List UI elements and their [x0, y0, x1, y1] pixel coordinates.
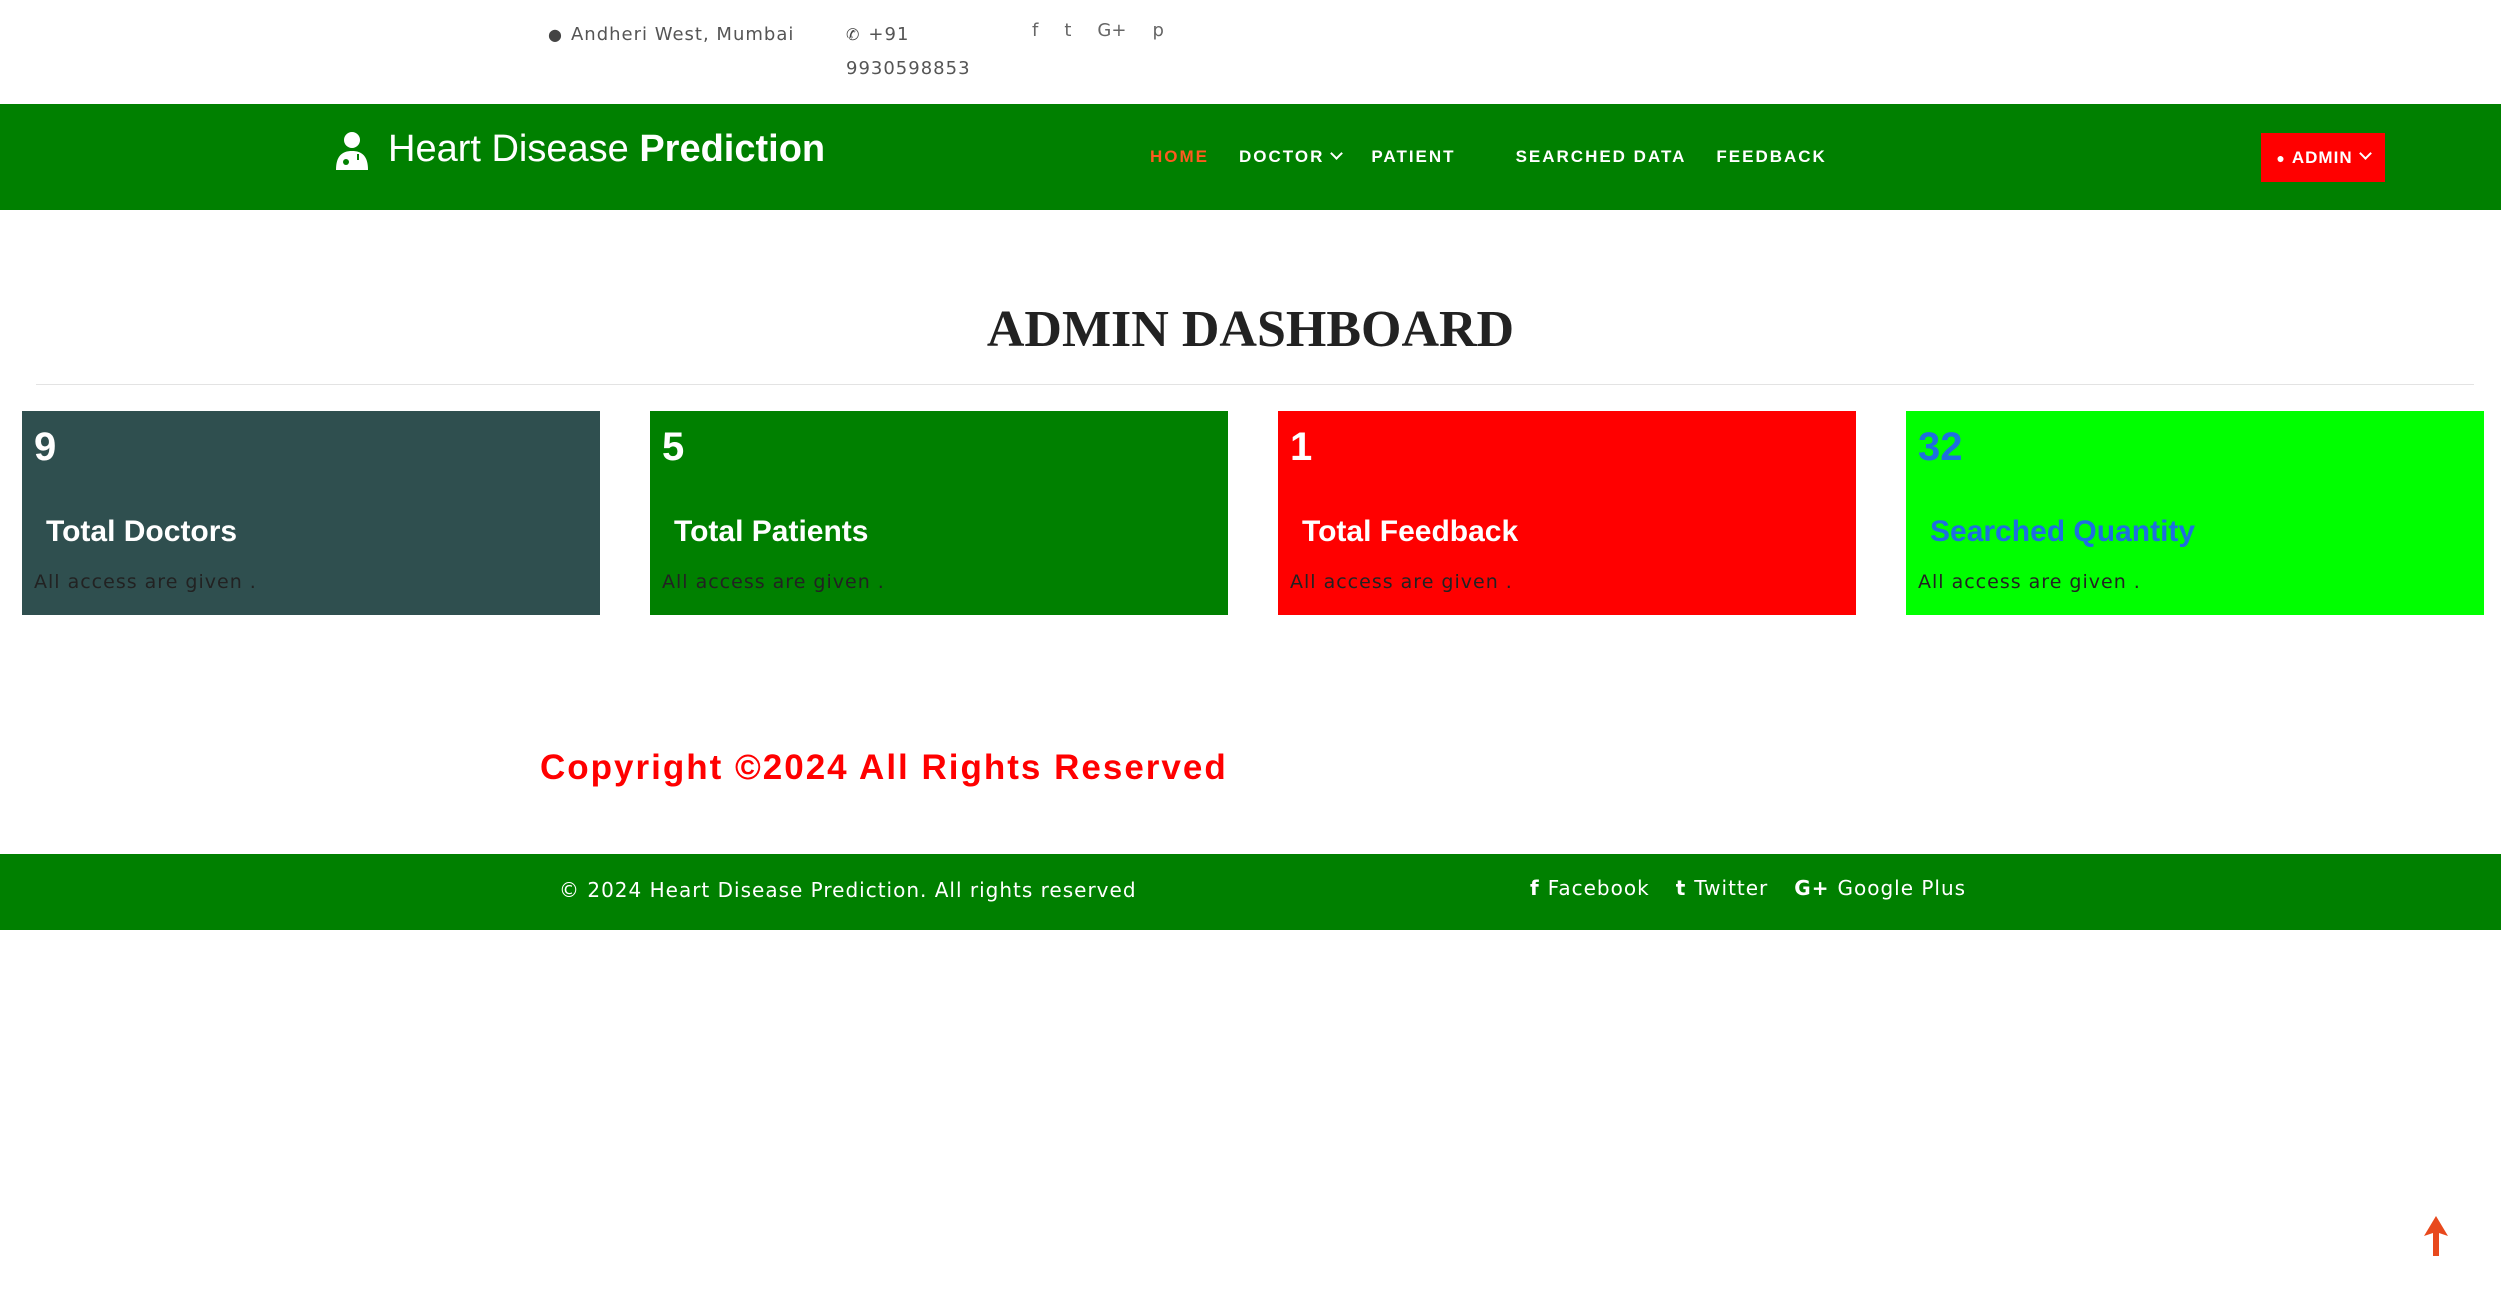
page-title: ADMIN DASHBOARD	[986, 301, 1515, 358]
facebook-icon[interactable]: f	[1032, 18, 1038, 44]
brand-name: Heart Disease Prediction	[388, 128, 826, 170]
card-number: 32	[1918, 425, 1963, 469]
nav-patient[interactable]: PATIENT	[1371, 147, 1455, 167]
chevron-down-icon	[1330, 147, 1344, 160]
admin-menu-button[interactable]: ● ADMIN	[2261, 133, 2385, 182]
facebook-icon: f	[1530, 876, 1540, 900]
divider	[36, 384, 2474, 385]
phone-info: ✆ +91 9930598853	[846, 18, 970, 86]
card-label: Searched Quantity	[1930, 515, 2196, 548]
doctor-icon	[336, 131, 368, 170]
card-number: 9	[34, 425, 57, 469]
google-plus-icon[interactable]: G+	[1097, 18, 1126, 44]
card-label: Total Patients	[674, 515, 869, 548]
top-info-bar: ● Andheri West, Mumbai ✆ +91 9930598853 f …	[0, 0, 2501, 104]
arrow-up-icon[interactable]	[2424, 1216, 2448, 1256]
user-icon: ●	[2276, 149, 2286, 166]
stat-card-feedback[interactable]: 1 Total Feedback All access are given .	[1278, 411, 1856, 615]
social-links: f t G+ p	[1032, 18, 1164, 44]
footer-facebook-link[interactable]: f Facebook	[1530, 876, 1650, 900]
chevron-down-icon	[2358, 147, 2372, 160]
footer-google-plus-link[interactable]: G+ Google Plus	[1794, 876, 1966, 900]
card-label: Total Feedback	[1302, 515, 1519, 548]
nav-menu: HOME DOCTOR PATIENT SEARCHED DATA FEEDBA…	[1150, 104, 1857, 210]
stat-card-patients[interactable]: 5 Total Patients All access are given .	[650, 411, 1228, 615]
card-description: All access are given .	[1918, 571, 2141, 593]
main-navbar: Heart Disease Prediction HOME DOCTOR PAT…	[0, 104, 2501, 210]
nav-feedback[interactable]: FEEDBACK	[1716, 147, 1826, 167]
copyright-text: Copyright ©2024 All Rights Reserved	[540, 748, 1228, 787]
map-marker-icon: ●	[548, 25, 563, 44]
stat-card-doctors[interactable]: 9 Total Doctors All access are given .	[22, 411, 600, 615]
pinterest-icon[interactable]: p	[1152, 18, 1163, 44]
stat-card-searched[interactable]: 32 Searched Quantity All access are give…	[1906, 411, 2484, 615]
footer: © 2024 Heart Disease Prediction. All rig…	[0, 854, 2501, 930]
location-text: Andheri West, Mumbai	[570, 24, 795, 45]
nav-doctor[interactable]: DOCTOR	[1239, 147, 1344, 167]
card-description: All access are given .	[1290, 571, 1513, 593]
nav-searched-data[interactable]: SEARCHED DATA	[1516, 147, 1687, 167]
phone-icon: ✆	[846, 25, 861, 44]
card-label: Total Doctors	[46, 515, 238, 548]
brand-logo[interactable]: Heart Disease Prediction	[334, 128, 825, 171]
card-description: All access are given .	[662, 571, 885, 593]
nav-home[interactable]: HOME	[1150, 147, 1209, 167]
phone-text: +91 9930598853	[846, 24, 971, 79]
location-info: ● Andheri West, Mumbai	[548, 18, 794, 52]
footer-social-links: f Facebook t Twitter G+ Google Plus	[1530, 876, 1966, 900]
twitter-icon: t	[1675, 876, 1687, 900]
footer-twitter-link[interactable]: t Twitter	[1676, 876, 1769, 900]
footer-copyright: © 2024 Heart Disease Prediction. All rig…	[559, 878, 1137, 902]
card-number: 1	[1290, 425, 1313, 469]
twitter-icon[interactable]: t	[1064, 18, 1071, 44]
card-description: All access are given .	[34, 571, 257, 593]
card-number: 5	[662, 425, 685, 469]
google-plus-icon: G+	[1794, 876, 1830, 900]
